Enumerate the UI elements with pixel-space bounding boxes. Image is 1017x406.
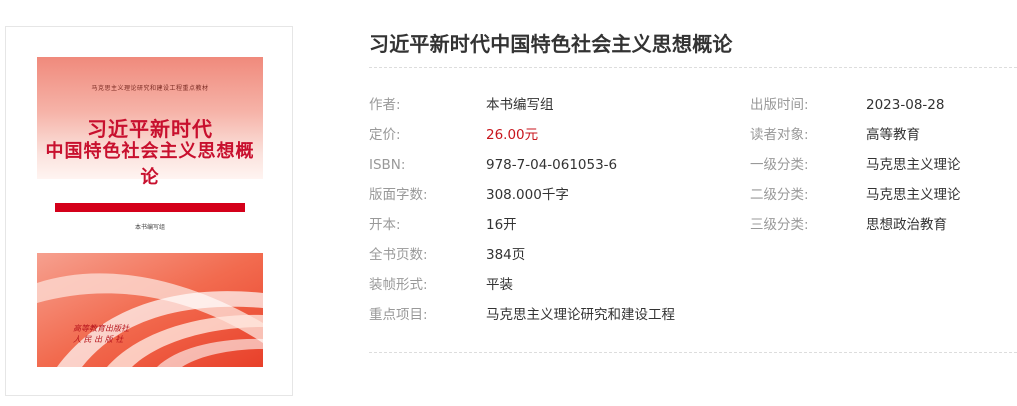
label-key-project: 重点项目: [369, 307, 428, 323]
label-publish-date: 出版时间: [750, 97, 809, 113]
value-publish-date: 2023-08-28 [866, 97, 945, 113]
value-author: 本书编写组 [486, 97, 554, 113]
label-author: 作者: [369, 97, 401, 113]
label-category-level3: 三级分类: [750, 217, 809, 233]
label-page-count: 全书页数: [369, 247, 428, 263]
value-category-level3: 思想政治教育 [866, 217, 947, 233]
cover-title-line2: 中国特色社会主义思想概论 [45, 141, 255, 188]
value-category-level2: 马克思主义理论 [866, 187, 961, 203]
cover-publisher: 高等教育出版社 人 民 出 版 社 [73, 324, 129, 344]
label-binding: 装帧形式: [369, 277, 428, 293]
value-audience: 高等教育 [866, 127, 920, 143]
book-title: 习近平新时代中国特色社会主义思想概论 [369, 32, 733, 56]
value-word-count: 308.000千字 [486, 187, 569, 203]
value-binding: 平装 [486, 277, 513, 293]
value-isbn: 978-7-04-061053-6 [486, 157, 618, 173]
book-cover-image[interactable]: 马克思主义理论研究和建设工程重点教材 习近平新时代 中国特色社会主义思想概论 本… [37, 57, 263, 367]
label-category-level2: 二级分类: [750, 187, 809, 203]
value-key-project: 马克思主义理论研究和建设工程 [486, 307, 675, 323]
title-divider [369, 67, 1017, 68]
bottom-divider [369, 352, 1017, 353]
cover-red-bar [55, 203, 245, 212]
value-page-count: 384页 [486, 247, 526, 263]
label-category-level1: 一级分类: [750, 157, 809, 173]
value-format: 16开 [486, 217, 517, 233]
cover-editor-text: 本书编写组 [134, 224, 165, 231]
label-price: 定价: [369, 127, 401, 143]
cover-wave-art [37, 253, 263, 367]
label-format: 开本: [369, 217, 401, 233]
label-word-count: 版面字数: [369, 187, 428, 203]
cover-series-text: 马克思主义理论研究和建设工程重点教材 [91, 85, 209, 92]
value-price: 26.00元 [486, 127, 539, 143]
book-cover-frame[interactable]: 马克思主义理论研究和建设工程重点教材 习近平新时代 中国特色社会主义思想概论 本… [5, 26, 293, 396]
value-category-level1: 马克思主义理论 [866, 157, 961, 173]
label-isbn: ISBN: [369, 157, 406, 173]
label-audience: 读者对象: [750, 127, 809, 143]
